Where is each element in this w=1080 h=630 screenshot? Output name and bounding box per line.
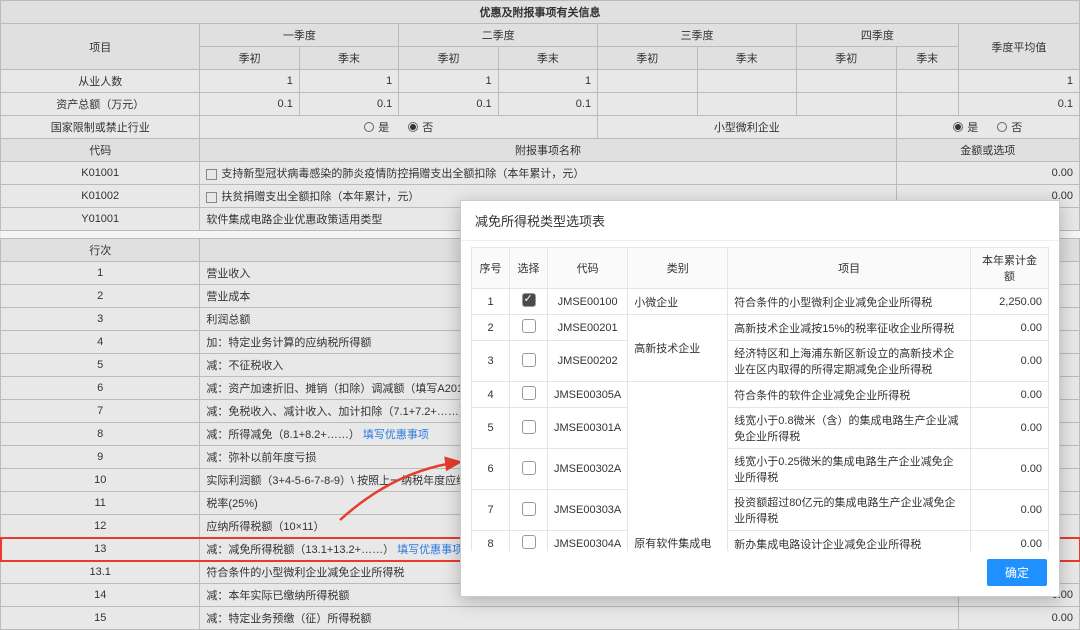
hdr-q2: 二季度 (399, 24, 598, 47)
category-cell: 高新技术企业 (628, 315, 728, 382)
small-enterprise-label: 小型微利企业 (598, 116, 896, 139)
checkbox-icon (522, 293, 536, 307)
radio-no-icon[interactable] (997, 122, 1007, 132)
hdr-project: 项目 (1, 24, 200, 70)
modal-title: 减免所得税类型选项表 (461, 201, 1059, 241)
row-restricted-label: 国家限制或禁止行业 (1, 116, 200, 139)
row-assets-label: 资产总额（万元） (1, 93, 200, 116)
modal-row: 7JMSE00303A投资额超过80亿元的集成电路生产企业减免企业所得税0.00 (472, 490, 1049, 531)
tax-reduction-modal: 减免所得税类型选项表 序号 选择 代码 类别 项目 本年累计金额 1JMSE00… (460, 200, 1060, 597)
hdr-q3: 三季度 (598, 24, 797, 47)
checkbox-icon[interactable] (206, 169, 217, 180)
small-enterprise-radio-group[interactable]: 是 否 (896, 116, 1079, 139)
restricted-radio-group[interactable]: 是 否 (200, 116, 598, 139)
modal-row: 8JMSE00304A新办集成电路设计企业减免企业所得税0.00 (472, 531, 1049, 552)
checkbox-icon (522, 535, 536, 549)
select-checkbox[interactable] (510, 341, 548, 382)
checkbox-icon (522, 353, 536, 367)
select-checkbox[interactable] (510, 382, 548, 408)
checkbox-icon[interactable] (206, 192, 217, 203)
select-checkbox[interactable] (510, 449, 548, 490)
modal-row: 3JMSE00202经济特区和上海浦东新区新设立的高新技术企业在区内取得的所得定… (472, 341, 1049, 382)
category-cell: 原有软件集成电路优惠继续执行至到期 (628, 382, 728, 552)
select-checkbox[interactable] (510, 490, 548, 531)
checkbox-icon (522, 319, 536, 333)
checkbox-icon (522, 420, 536, 434)
confirm-button[interactable]: 确定 (987, 559, 1047, 586)
modal-row: 1JMSE00100小微企业符合条件的小型微利企业减免企业所得税2,250.00 (472, 289, 1049, 315)
row-employees-label: 从业人数 (1, 70, 200, 93)
modal-row: 6JMSE00302A线宽小于0.25微米的集成电路生产企业减免企业所得税0.0… (472, 449, 1049, 490)
select-checkbox[interactable] (510, 531, 548, 552)
section-title: 优惠及附报事项有关信息 (1, 1, 1080, 24)
checkbox-icon (522, 461, 536, 475)
fill-benefit-link[interactable]: 填写优惠事项 (363, 429, 429, 441)
hdr-q1: 一季度 (200, 24, 399, 47)
modal-row: 2JMSE00201高新技术企业高新技术企业减按15%的税率征收企业所得税0.0… (472, 315, 1049, 341)
category-cell: 小微企业 (628, 289, 728, 315)
checkbox-icon (522, 502, 536, 516)
radio-yes-icon[interactable] (364, 122, 374, 132)
modal-table: 序号 选择 代码 类别 项目 本年累计金额 1JMSE00100小微企业符合条件… (471, 247, 1049, 551)
select-checkbox[interactable] (510, 289, 548, 315)
radio-yes-icon[interactable] (953, 122, 963, 132)
fill-benefit-link[interactable]: 填写优惠事项 (397, 544, 463, 556)
select-checkbox[interactable] (510, 315, 548, 341)
modal-row: 5JMSE00301A线宽小于0.8微米（含）的集成电路生产企业减免企业所得税0… (472, 408, 1049, 449)
select-checkbox[interactable] (510, 408, 548, 449)
hdr-avg: 季度平均值 (958, 24, 1079, 70)
checkbox-icon (522, 386, 536, 400)
modal-row: 4JMSE00305A原有软件集成电路优惠继续执行至到期符合条件的软件企业减免企… (472, 382, 1049, 408)
hdr-q4: 四季度 (796, 24, 958, 47)
radio-no-icon[interactable] (408, 122, 418, 132)
